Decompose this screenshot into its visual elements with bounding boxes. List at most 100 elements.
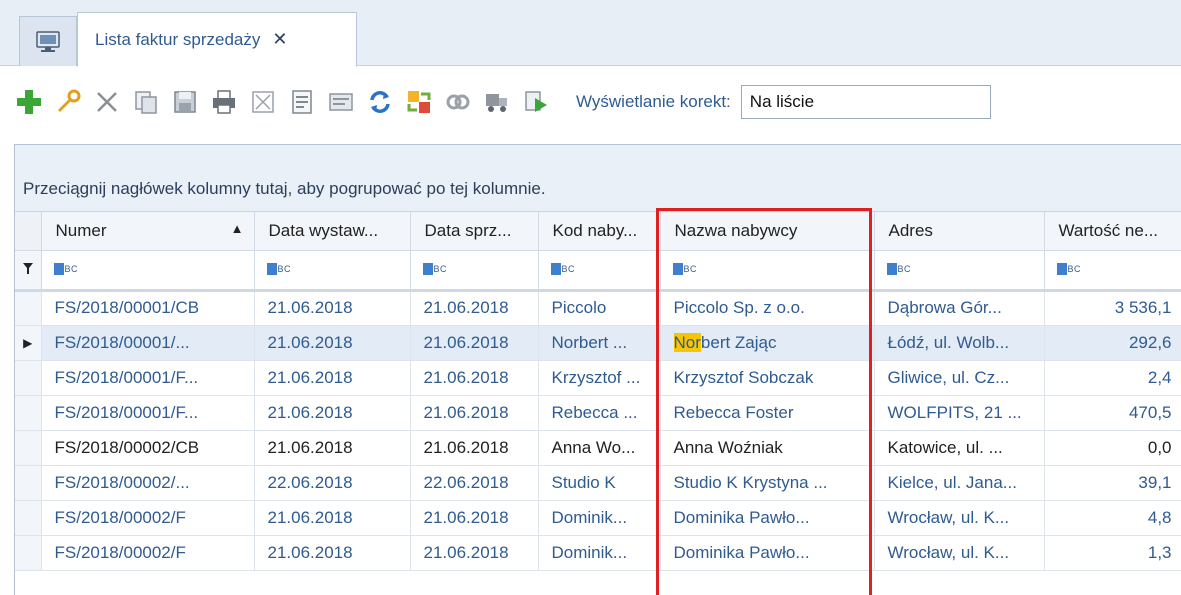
cell-adres: Gliwice, ul. Cz... xyxy=(874,360,1045,396)
cell-adres: Kielce, ul. Jana... xyxy=(874,465,1045,501)
cell-numer: FS/2018/00002/... xyxy=(41,465,255,501)
table-row-selected[interactable]: ▶ FS/2018/00001/... 21.06.2018 21.06.201… xyxy=(15,325,1181,361)
column-header-adres[interactable]: Adres xyxy=(874,212,1045,251)
cell-data-sprzedazy: 22.06.2018 xyxy=(410,465,539,501)
korekty-select[interactable]: Na liście xyxy=(740,85,991,119)
refresh-icon[interactable] xyxy=(363,85,397,119)
cell-nazwa-nabywcy: Piccolo Sp. z o.o. xyxy=(660,290,875,326)
cell-wartosc-netto: 3 536,1 xyxy=(1044,290,1181,326)
report-icon[interactable] xyxy=(324,85,358,119)
truck-icon[interactable] xyxy=(480,85,514,119)
cell-adres: Wrocław, ul. K... xyxy=(874,500,1045,536)
filter-cell-adres[interactable]: BC xyxy=(874,250,1045,292)
text-filter-icon: BC xyxy=(886,262,912,275)
cell-adres: Dąbrowa Gór... xyxy=(874,290,1045,326)
cell-data-sprzedazy: 21.06.2018 xyxy=(410,535,539,571)
korekty-label: Wyświetlanie korekt: xyxy=(576,92,731,111)
cell-data-wystawienia: 21.06.2018 xyxy=(254,430,411,466)
row-indicator xyxy=(15,465,42,501)
add-icon[interactable] xyxy=(12,85,46,119)
column-header-label: Data sprz... xyxy=(424,220,512,240)
cell-kod-nabywcy: Krzysztof ... xyxy=(538,360,661,396)
toolbar: Wyświetlanie korekt: Na liście xyxy=(0,67,1181,137)
filter-cell-data-sprzedazy[interactable]: BC xyxy=(410,250,539,292)
cell-data-sprzedazy: 21.06.2018 xyxy=(410,500,539,536)
filter-cell-kod-nabywcy[interactable]: BC xyxy=(538,250,661,292)
cell-data-sprzedazy: 21.06.2018 xyxy=(410,325,539,361)
edit-icon[interactable] xyxy=(51,85,85,119)
table-row[interactable]: FS/2018/00002/CB 21.06.2018 21.06.2018 A… xyxy=(15,430,1181,466)
cell-wartosc-netto: 470,5 xyxy=(1044,395,1181,431)
text-filter-icon: BC xyxy=(672,262,698,275)
column-header-label: Numer xyxy=(55,220,107,240)
cell-adres: Wrocław, ul. K... xyxy=(874,535,1045,571)
cell-kod-nabywcy: Piccolo xyxy=(538,290,661,326)
row-indicator xyxy=(15,360,42,396)
cell-adres: WOLFPITS, 21 ... xyxy=(874,395,1045,431)
cell-nazwa-nabywcy: Dominika Pawło... xyxy=(660,500,875,536)
column-header-kod-nabywcy[interactable]: Kod naby... xyxy=(538,212,661,251)
cell-numer: FS/2018/00002/CB xyxy=(41,430,255,466)
cell-wartosc-netto: 4,8 xyxy=(1044,500,1181,536)
table-row[interactable]: FS/2018/00001/F... 21.06.2018 21.06.2018… xyxy=(15,360,1181,396)
copy-icon[interactable] xyxy=(129,85,163,119)
column-header-data-sprzedazy[interactable]: Data sprz... xyxy=(410,212,539,251)
cell-wartosc-netto: 39,1 xyxy=(1044,465,1181,501)
tab-lista-faktur[interactable]: Lista faktur sprzedaży ✕ xyxy=(77,12,357,67)
play-icon[interactable] xyxy=(519,85,553,119)
cell-kod-nabywcy: Anna Wo... xyxy=(538,430,661,466)
filter-cell-wartosc-netto[interactable]: BC xyxy=(1044,250,1181,292)
column-header-wartosc-netto[interactable]: Wartość ne... xyxy=(1044,212,1181,251)
cell-data-wystawienia: 21.06.2018 xyxy=(254,360,411,396)
cell-kod-nabywcy: Studio K xyxy=(538,465,661,501)
link-icon[interactable] xyxy=(441,85,475,119)
exchange-icon[interactable] xyxy=(402,85,436,119)
close-icon[interactable]: ✕ xyxy=(272,29,287,50)
text-filter-icon: BC xyxy=(266,262,292,275)
cell-data-wystawienia: 21.06.2018 xyxy=(254,290,411,326)
row-indicator xyxy=(15,430,42,466)
search-highlight: Nor xyxy=(673,332,701,352)
column-header-label: Nazwa nabywcy xyxy=(674,220,798,240)
cell-data-sprzedazy: 21.06.2018 xyxy=(410,430,539,466)
document-icon[interactable] xyxy=(285,85,319,119)
header-indicator xyxy=(15,212,42,251)
header-row: Numer ▲ Data wystaw... Data sprz... Kod n… xyxy=(15,212,1181,251)
text-filter-icon: BC xyxy=(53,262,79,275)
column-header-nazwa-nabywcy[interactable]: Nazwa nabywcy xyxy=(660,212,875,251)
text-filter-icon: BC xyxy=(422,262,448,275)
cell-data-wystawienia: 21.06.2018 xyxy=(254,500,411,536)
group-by-panel[interactable]: Przeciągnij nagłówek kolumny tutaj, aby … xyxy=(15,145,1181,212)
print-icon[interactable] xyxy=(207,85,241,119)
save-icon[interactable] xyxy=(168,85,202,119)
filter-cell-numer[interactable]: BC xyxy=(41,250,255,292)
delete-icon[interactable] xyxy=(90,85,124,119)
tab-home[interactable] xyxy=(19,16,77,66)
text-filter-icon: BC xyxy=(1056,262,1082,275)
column-header-numer[interactable]: Numer ▲ xyxy=(41,212,255,251)
table-row[interactable]: FS/2018/00001/CB 21.06.2018 21.06.2018 P… xyxy=(15,290,1181,326)
cell-numer: FS/2018/00002/F xyxy=(41,535,255,571)
cell-wartosc-netto: 292,6 xyxy=(1044,325,1181,361)
filter-cell-data-wystawienia[interactable]: BC xyxy=(254,250,411,292)
cell-data-sprzedazy: 21.06.2018 xyxy=(410,395,539,431)
column-header-label: Data wystaw... xyxy=(268,220,379,240)
group-by-hint: Przeciągnij nagłówek kolumny tutaj, aby … xyxy=(23,179,546,198)
filter-icon xyxy=(15,250,42,292)
cell-kod-nabywcy: Dominik... xyxy=(538,535,661,571)
current-row-indicator: ▶ xyxy=(15,325,42,361)
cell-data-sprzedazy: 21.06.2018 xyxy=(410,360,539,396)
cell-numer: FS/2018/00001/CB xyxy=(41,290,255,326)
invoice-grid: Przeciągnij nagłówek kolumny tutaj, aby … xyxy=(14,144,1181,595)
cell-numer: FS/2018/00002/F xyxy=(41,500,255,536)
filter-cell-nazwa-nabywcy[interactable]: BC xyxy=(660,250,875,292)
cancel-icon[interactable] xyxy=(246,85,280,119)
table-row[interactable]: FS/2018/00001/F... 21.06.2018 21.06.2018… xyxy=(15,395,1181,431)
tab-title: Lista faktur sprzedaży xyxy=(95,29,261,49)
column-header-data-wystawienia[interactable]: Data wystaw... xyxy=(254,212,411,251)
row-indicator xyxy=(15,500,42,536)
table-row[interactable]: FS/2018/00002/F 21.06.2018 21.06.2018 Do… xyxy=(15,535,1181,571)
cell-data-wystawienia: 21.06.2018 xyxy=(254,395,411,431)
table-row[interactable]: FS/2018/00002/... 22.06.2018 22.06.2018 … xyxy=(15,465,1181,501)
table-row[interactable]: FS/2018/00002/F 21.06.2018 21.06.2018 Do… xyxy=(15,500,1181,536)
